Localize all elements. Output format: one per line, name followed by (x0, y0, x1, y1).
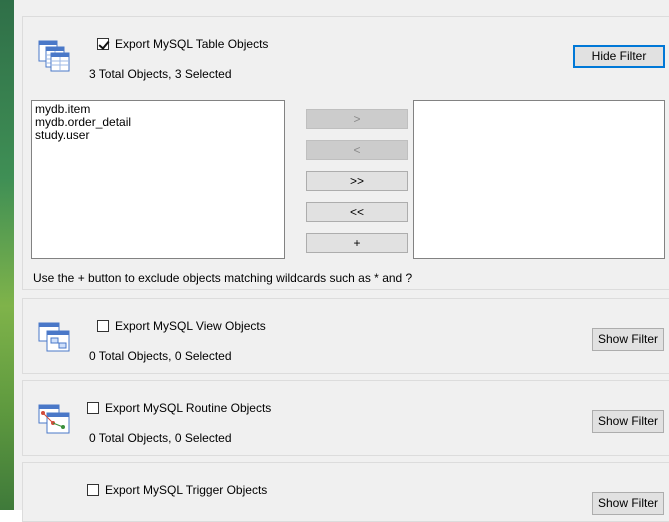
export-routine-checkbox[interactable] (87, 402, 99, 414)
routine-objects-icon (37, 403, 71, 437)
view-show-filter-button[interactable]: Show Filter (592, 328, 664, 351)
hide-filter-button[interactable]: Hide Filter (573, 45, 665, 68)
view-objects-panel: Export MySQL View Objects 0 Total Object… (22, 298, 669, 374)
view-objects-icon (37, 321, 71, 355)
export-trigger-label: Export MySQL Trigger Objects (105, 483, 268, 497)
export-table-checkbox[interactable] (97, 38, 109, 50)
export-routine-label: Export MySQL Routine Objects (105, 401, 272, 415)
move-left-button[interactable]: < (306, 140, 408, 160)
export-objects-canvas: Export MySQL Table Objects 3 Total Objec… (14, 0, 669, 522)
export-table-label: Export MySQL Table Objects (115, 37, 269, 51)
routine-objects-summary: 0 Total Objects, 0 Selected (89, 431, 232, 445)
table-objects-panel: Export MySQL Table Objects 3 Total Objec… (22, 16, 669, 290)
routine-show-filter-button[interactable]: Show Filter (592, 410, 664, 433)
export-view-checkbox[interactable] (97, 320, 109, 332)
view-objects-summary: 0 Total Objects, 0 Selected (89, 349, 232, 363)
excluded-objects-list[interactable] (413, 100, 665, 259)
move-right-button[interactable]: > (306, 109, 408, 129)
add-wildcard-button[interactable]: + (306, 233, 408, 253)
wildcard-hint: Use the + button to exclude objects matc… (33, 271, 413, 285)
table-objects-summary: 3 Total Objects, 3 Selected (89, 67, 232, 81)
desktop-background-strip (0, 0, 14, 510)
export-view-label: Export MySQL View Objects (115, 319, 266, 333)
export-trigger-checkbox[interactable] (87, 484, 99, 496)
routine-objects-panel: Export MySQL Routine Objects 0 Total Obj… (22, 380, 669, 456)
trigger-show-filter-button[interactable]: Show Filter (592, 492, 664, 515)
move-all-right-button[interactable]: >> (306, 171, 408, 191)
move-all-left-button[interactable]: << (306, 202, 408, 222)
table-objects-icon (37, 39, 71, 73)
trigger-objects-panel: Export MySQL Trigger Objects Show Filter (22, 462, 669, 522)
list-item[interactable]: study.user (35, 129, 281, 142)
available-objects-list[interactable]: mydb.item mydb.order_detail study.user (31, 100, 285, 259)
